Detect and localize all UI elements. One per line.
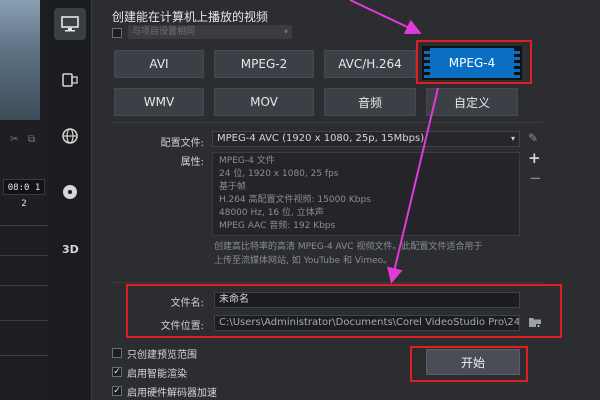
trim-icon[interactable]: ✂: [10, 134, 18, 145]
option-hw-decoder-checkbox[interactable]: ✓: [112, 386, 122, 396]
format-wmv-button[interactable]: WMV: [114, 88, 204, 116]
property-line: 基于帧: [219, 182, 247, 192]
format-avc-h264-button[interactable]: AVC/H.264: [324, 50, 416, 78]
same-as-project-checkbox[interactable]: [112, 28, 122, 38]
option-smart-render-checkbox[interactable]: ✓: [112, 367, 122, 377]
add-profile-icon[interactable]: +: [528, 149, 541, 167]
profile-value: MPEG-4 AVC (1920 x 1080, 25p, 15Mbps): [217, 133, 425, 144]
property-line: 24 位, 1920 x 1080, 25 fps: [219, 169, 339, 179]
same-as-project-dropdown[interactable]: 与项目设置相同 ▾: [128, 25, 292, 39]
divider: [112, 282, 542, 283]
format-mov-button[interactable]: MOV: [214, 88, 314, 116]
profile-description-line2: 上传至流媒体网站, 如 YouTube 和 Vimeo。: [214, 256, 393, 266]
format-custom-button[interactable]: 自定义: [426, 88, 518, 116]
timeline-tracks: [0, 205, 48, 400]
share-panel: 创建能在计算机上播放的视频 与项目设置相同 ▾ AVI MPEG-2 AVC/H…: [92, 0, 600, 400]
chevron-down-icon: ▾: [283, 27, 288, 36]
profile-description-line1: 创建高比特率的高清 MPEG-4 AVC 视频文件。此配置文件适合用于: [214, 242, 483, 252]
format-audio-button[interactable]: 音频: [324, 88, 416, 116]
property-line: MPEG AAC 音频: 192 Kbps: [219, 221, 336, 231]
chevron-down-icon: ▾: [510, 134, 515, 143]
preview-pane: ✂ ⧉ 08:0 1 2: [0, 0, 48, 400]
property-line: MPEG-4 文件: [219, 156, 275, 166]
option-preview-range-label: 只创建预览范围: [127, 350, 197, 361]
timecode-display[interactable]: 08:0 1 2: [3, 179, 45, 209]
computer-icon[interactable]: [54, 8, 86, 40]
highlight-box-start: [410, 346, 528, 382]
profile-label: 配置文件:: [160, 138, 204, 149]
property-line: 48000 Hz, 16 位, 立体声: [219, 208, 324, 218]
remove-profile-icon[interactable]: −: [529, 169, 542, 187]
preview-thumbnail: [0, 0, 40, 120]
format-avi-button[interactable]: AVI: [114, 50, 204, 78]
3d-icon[interactable]: 3D: [54, 232, 86, 264]
property-line: H.264 高配置文件视频: 15000 Kbps: [219, 195, 371, 205]
option-smart-render-label: 启用智能渲染: [127, 369, 187, 380]
edit-profile-icon[interactable]: ✎: [528, 131, 538, 145]
option-hw-decoder-label: 启用硬件解码器加速: [127, 388, 217, 399]
same-as-project-label: 与项目设置相同: [132, 27, 196, 37]
mobile-device-icon[interactable]: [54, 64, 86, 96]
format-mpeg2-button[interactable]: MPEG-2: [214, 50, 314, 78]
output-category-rail: 3D: [48, 0, 92, 400]
properties-label: 属性:: [180, 157, 204, 168]
page-title: 创建能在计算机上播放的视频: [112, 10, 269, 24]
copy-icon[interactable]: ⧉: [28, 134, 35, 145]
properties-box: MPEG-4 文件 24 位, 1920 x 1080, 25 fps 基于帧 …: [212, 152, 520, 236]
profile-dropdown[interactable]: MPEG-4 AVC (1920 x 1080, 25p, 15Mbps) ▾: [212, 131, 520, 147]
option-preview-range-checkbox[interactable]: [112, 348, 122, 358]
divider: [112, 122, 542, 123]
disc-icon[interactable]: [54, 176, 86, 208]
highlight-box-format: [416, 40, 532, 84]
svg-text:3D: 3D: [62, 243, 79, 256]
web-globe-icon[interactable]: [54, 120, 86, 152]
highlight-box-file: [126, 284, 562, 338]
